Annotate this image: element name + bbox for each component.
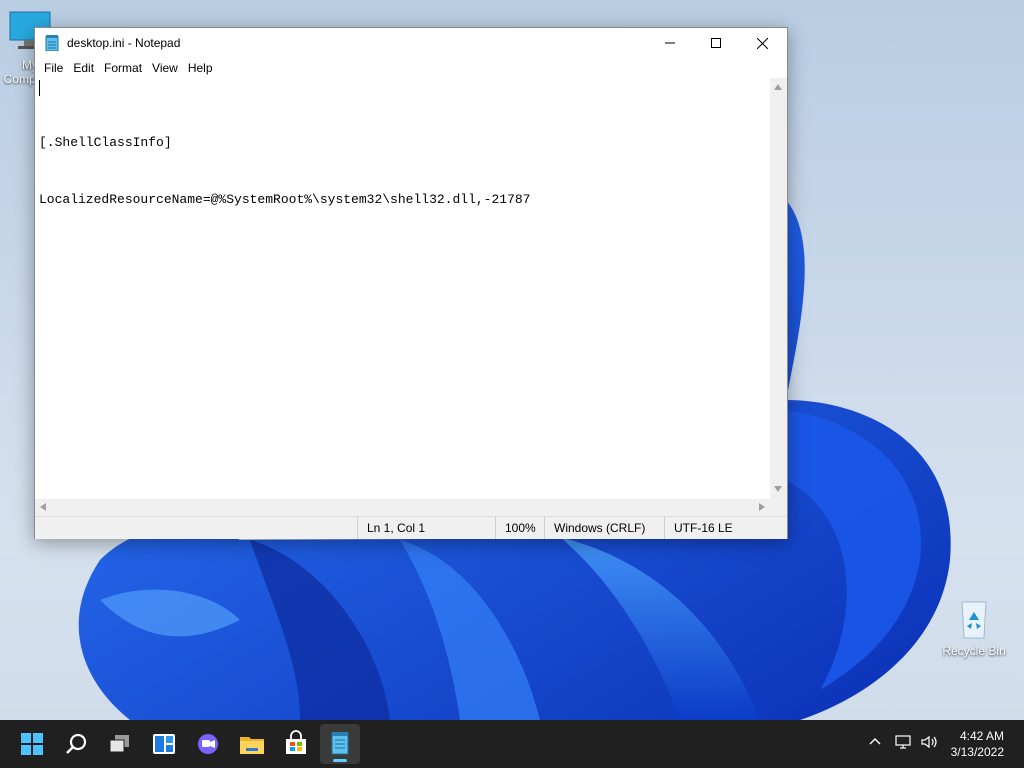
scroll-up-icon[interactable]: [774, 84, 782, 90]
close-icon: [756, 37, 768, 49]
task-view-icon: [109, 735, 129, 753]
menu-help[interactable]: Help: [183, 61, 218, 75]
recycle-icon: [950, 594, 998, 642]
store-icon: [286, 730, 306, 754]
minimize-button[interactable]: [647, 28, 693, 58]
chat-icon: [198, 734, 218, 754]
notepad-taskbar-button[interactable]: [320, 724, 360, 764]
chat-button[interactable]: [188, 724, 228, 764]
store-button[interactable]: [276, 724, 316, 764]
start-icon: [21, 733, 43, 755]
text-editor[interactable]: [.ShellClassInfo] LocalizedResourceName=…: [35, 78, 770, 499]
scroll-right-icon[interactable]: [759, 503, 765, 511]
status-line-ending: Windows (CRLF): [544, 517, 666, 539]
search-icon: [66, 733, 87, 754]
menu-bar: File Edit Format View Help: [35, 58, 787, 78]
window-title: desktop.ini - Notepad: [67, 36, 181, 50]
maximize-icon: [711, 38, 721, 48]
menu-file[interactable]: File: [39, 61, 68, 75]
status-cursor-position: Ln 1, Col 1: [357, 517, 497, 539]
system-clock[interactable]: 4:42 AM 3/13/2022: [951, 728, 1004, 760]
taskbar: 4:42 AM 3/13/2022: [0, 720, 1024, 768]
volume-icon[interactable]: [920, 734, 938, 753]
active-indicator: [333, 759, 347, 762]
editor-line: LocalizedResourceName=@%SystemRoot%\syst…: [39, 192, 531, 207]
editor-line: [.ShellClassInfo]: [39, 135, 172, 150]
maximize-button[interactable]: [693, 28, 739, 58]
file-explorer-button[interactable]: [232, 724, 272, 764]
scroll-left-icon[interactable]: [40, 503, 46, 511]
status-encoding: UTF-16 LE: [664, 517, 784, 539]
widgets-button[interactable]: [144, 724, 184, 764]
file-explorer-icon: [240, 737, 264, 754]
task-view-button[interactable]: [100, 724, 140, 764]
close-button[interactable]: [739, 28, 785, 58]
recycle-bin-label: Recycle Bin: [942, 644, 1006, 658]
search-button[interactable]: [56, 724, 96, 764]
minimize-icon: [665, 42, 675, 44]
notepad-window: desktop.ini - Notepad File Edit Format V…: [34, 27, 788, 539]
vertical-scrollbar[interactable]: [770, 78, 787, 499]
text-caret: [39, 80, 40, 96]
start-button[interactable]: [12, 724, 52, 764]
status-bar: Ln 1, Col 1 100% Windows (CRLF) UTF-16 L…: [35, 516, 787, 539]
notepad-icon: [45, 35, 59, 52]
menu-edit[interactable]: Edit: [68, 61, 99, 75]
horizontal-scrollbar[interactable]: [35, 499, 770, 516]
network-icon[interactable]: [895, 734, 913, 753]
recycle-bin-icon[interactable]: Recycle Bin: [938, 594, 1010, 658]
title-bar[interactable]: desktop.ini - Notepad: [35, 28, 787, 58]
scroll-down-icon[interactable]: [774, 486, 782, 492]
widgets-icon: [153, 734, 175, 754]
notepad-icon: [331, 732, 349, 755]
editor-content: [.ShellClassInfo] LocalizedResourceName=…: [39, 95, 530, 247]
menu-format[interactable]: Format: [99, 61, 147, 75]
clock-date: 3/13/2022: [950, 745, 1004, 759]
status-zoom: 100%: [495, 517, 545, 539]
clock-time: 4:42 AM: [959, 729, 1004, 743]
chevron-up-icon[interactable]: [868, 734, 882, 751]
scroll-corner: [770, 499, 787, 516]
menu-view[interactable]: View: [147, 61, 183, 75]
